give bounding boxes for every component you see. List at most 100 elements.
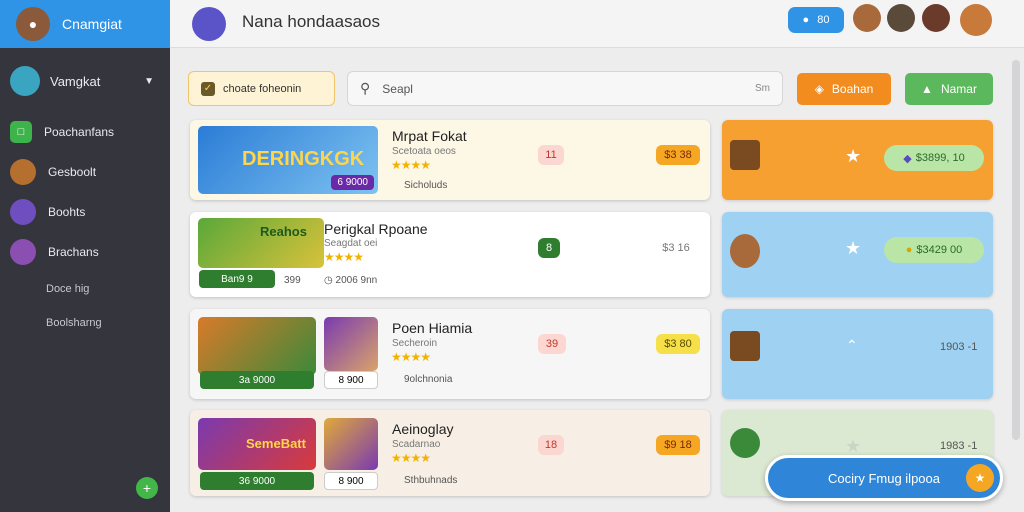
scrollbar[interactable] — [1012, 60, 1020, 440]
character-avatar — [10, 239, 36, 265]
sidebar-item-1[interactable]: □ Poachanfans — [0, 112, 170, 152]
sidebar-item-label: Boohts — [48, 205, 86, 219]
game-meta: Sicholuds — [404, 180, 448, 191]
game-subtitle: Secheroin — [392, 338, 438, 349]
friend-avatar[interactable] — [887, 4, 915, 32]
game-title: Poen Hiamia — [392, 320, 473, 336]
game-card-4[interactable]: SemeBatt 36 9000 8 900 Aeinoglay Scadarn… — [190, 410, 710, 496]
sidebar-item-4[interactable]: Brachans — [0, 232, 170, 272]
price-badge: $3 16 — [662, 242, 690, 254]
count-badge: 18 — [538, 435, 564, 455]
game-title: Aeinoglay — [392, 421, 454, 437]
gem-icon: ◆ — [903, 152, 912, 165]
brand-avatar-icon: ● — [16, 7, 50, 41]
star-icon[interactable]: ★ — [845, 238, 861, 259]
character-avatar — [10, 159, 36, 185]
sidebar-header: ● Cnamgiat — [0, 0, 170, 48]
sidebar-item-3[interactable]: Boohts — [0, 192, 170, 232]
character-avatar — [10, 199, 36, 225]
chevron-up-icon[interactable]: ⌃ — [846, 337, 858, 354]
game-card-3[interactable]: 3a 9000 8 900 Poen Hiamia Secheroin ★★★★… — [190, 309, 710, 399]
game-card-2[interactable]: Reahos Ban9 9 399 Perigkal Rpoane Seagda… — [190, 212, 710, 297]
page-title: Nana hondaasaos — [242, 12, 381, 31]
person-icon: ● — [802, 14, 810, 26]
game-meta: ◷ 2006 9nn — [324, 275, 378, 286]
sidebar-item-label: Poachanfans — [44, 125, 115, 139]
user-name: Vamgkat — [50, 73, 101, 89]
thumbnail-title: DERINGKGK — [242, 148, 365, 170]
sidebar-subitem[interactable]: Doce hig — [0, 272, 170, 306]
add-icon[interactable]: + — [136, 477, 158, 499]
count-badge: 8 — [538, 238, 560, 258]
game-subtitle: Scadarnao — [392, 439, 441, 450]
character-avatar — [730, 428, 760, 458]
game-meta: Sthbuhnads — [404, 475, 458, 486]
sidebar: ● Cnamgiat Vamgkat ▼ □ Poachanfans Gesboo… — [0, 0, 170, 512]
game-title: Mrpat Fokat — [392, 128, 467, 144]
user-avatar — [10, 66, 40, 96]
search-hint: Sm — [755, 83, 770, 94]
shop-icon: ▲ — [921, 82, 933, 96]
offer-card-2[interactable]: ★ ● $3429 00 — [722, 212, 993, 297]
friend-avatar[interactable] — [960, 4, 992, 36]
price-tag: 8 900 — [324, 472, 378, 490]
offer-value: 1983 -1 — [940, 440, 978, 452]
game-thumbnail[interactable] — [198, 317, 316, 375]
game-thumbnail-small[interactable] — [324, 317, 378, 371]
game-thumbnail[interactable]: Reahos — [198, 218, 324, 268]
price-button[interactable]: 36 9000 — [200, 472, 314, 490]
user-menu[interactable]: Vamgkat ▼ — [0, 48, 170, 96]
count-badge: 39 — [538, 334, 566, 354]
rating-stars: ★★★★ — [324, 250, 364, 264]
sidebar-subitem[interactable]: Boolsharng — [0, 306, 170, 340]
thumbnail-price: 6 9000 — [331, 175, 374, 190]
game-thumbnail[interactable]: SemeBatt — [198, 418, 316, 470]
rating-stars: ★★★★ — [391, 158, 431, 172]
brand-name: Cnamgiat — [62, 16, 122, 32]
orange-action-button[interactable]: ◈ Boahan — [797, 73, 891, 105]
coin-icon: ● — [905, 244, 913, 256]
notification-badge[interactable]: ● 80 — [788, 7, 844, 33]
game-thumbnail-small[interactable] — [324, 418, 378, 470]
game-thumbnail[interactable]: DERINGKGK 6 9000 — [198, 126, 378, 194]
star-icon[interactable]: ★ — [845, 436, 861, 457]
price-badge: $3 80 — [656, 334, 700, 354]
game-subtitle: Seagdat oei — [324, 238, 378, 249]
character-avatar — [730, 234, 760, 268]
offer-value: 1903 -1 — [940, 341, 978, 353]
chevron-down-icon: ▼ — [144, 75, 154, 87]
friend-avatar[interactable] — [922, 4, 950, 32]
cta-button[interactable]: Cociry Fmug ilpooa ★ — [765, 455, 1003, 501]
filter-label: choate foheonin — [223, 82, 302, 95]
sidebar-item-2[interactable]: Gesboolt — [0, 152, 170, 192]
profile-avatar[interactable] — [192, 7, 226, 41]
search-input[interactable]: ⚲ Seapl Sm — [347, 71, 783, 106]
rating-stars: ★★★★ — [391, 350, 431, 364]
sidebar-item-label: Gesboolt — [48, 165, 97, 179]
price-tag: 8 900 — [324, 371, 378, 389]
game-title: Perigkal Rpoane — [324, 221, 428, 237]
friend-avatar[interactable] — [853, 4, 881, 32]
search-icon: ⚲ — [360, 80, 371, 96]
price-button[interactable]: Ban9 9 — [199, 270, 275, 288]
star-icon[interactable]: ★ — [845, 146, 861, 167]
green-action-button[interactable]: ▲ Namar — [905, 73, 993, 105]
offer-card-3[interactable]: ⌃ 1903 -1 — [722, 309, 993, 399]
search-placeholder: Seapl — [382, 81, 413, 96]
filter-chip[interactable]: ✓ choate foheonin — [188, 71, 335, 106]
game-price: 399 — [284, 275, 301, 286]
game-subtitle: Scetoata oeos — [392, 146, 456, 157]
price-pill[interactable]: ● $3429 00 — [884, 237, 984, 263]
game-card-1[interactable]: DERINGKGK 6 9000 Mrpat Fokat Scetoata oe… — [190, 120, 710, 200]
sidebar-item-label: Brachans — [48, 245, 99, 259]
chest-icon — [730, 331, 760, 361]
rating-stars: ★★★★ — [391, 451, 431, 465]
offer-card-1[interactable]: ★ ◆ $3899, 10 — [722, 120, 993, 200]
chest-icon — [730, 140, 760, 170]
price-button[interactable]: 3a 9000 — [200, 371, 314, 389]
price-pill[interactable]: ◆ $3899, 10 — [884, 145, 984, 171]
game-meta: 9olchnonia — [404, 374, 453, 385]
count-badge: 11 — [538, 145, 564, 165]
price-badge: $3 38 — [656, 145, 700, 165]
topbar: Nana hondaasaos ● 80 — [170, 0, 1024, 48]
